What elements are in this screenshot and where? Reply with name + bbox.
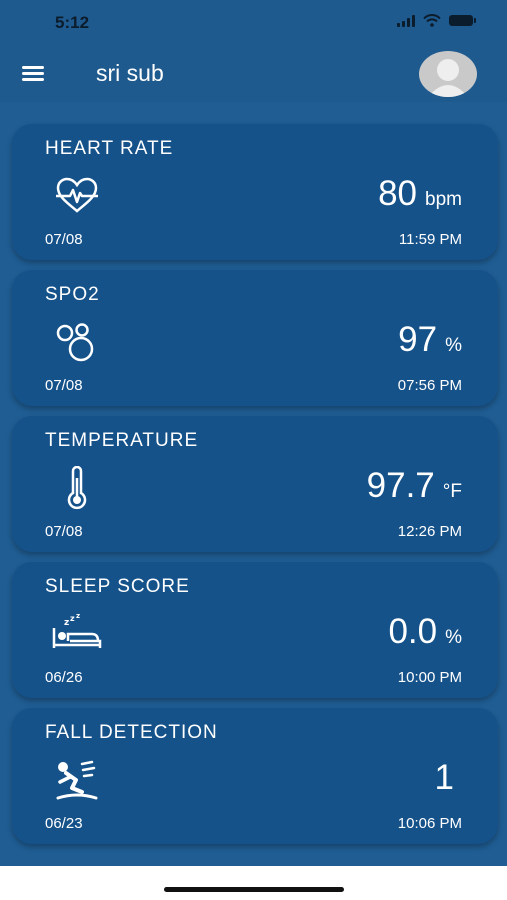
heart-rate-card[interactable]: HEART RATE 80 bpm 07/08 11:59 PM bbox=[12, 124, 498, 260]
status-time: 5:12 bbox=[55, 13, 90, 32]
card-date: 07/08 bbox=[45, 523, 83, 540]
card-time: 11:59 PM bbox=[398, 231, 462, 248]
app-bar: sri sub bbox=[0, 48, 507, 102]
card-title: SPO2 bbox=[45, 284, 100, 305]
value-text: 1 bbox=[434, 758, 454, 797]
value-text: 80 bbox=[378, 174, 418, 213]
card-title: TEMPERATURE bbox=[45, 430, 199, 451]
value-text: 97 bbox=[398, 320, 438, 359]
card-time: 12:26 PM bbox=[397, 523, 462, 540]
heart-pulse-icon bbox=[52, 174, 102, 220]
sleep-score-card[interactable]: SLEEP SCORE z z z 0.0 % 06/26 10:00 PM bbox=[12, 562, 498, 698]
card-value: 97 % bbox=[398, 320, 462, 360]
user-name-title: sri sub bbox=[96, 60, 164, 86]
vitals-list: HEART RATE 80 bpm 07/08 11:59 PM SPO2 97… bbox=[12, 124, 498, 854]
svg-text:z: z bbox=[64, 618, 69, 628]
card-value: 80 bpm bbox=[378, 174, 462, 214]
card-value: 97.7 °F bbox=[367, 466, 462, 506]
card-value: 0.0 % bbox=[388, 612, 462, 652]
fall-detection-card[interactable]: FALL DETECTION 1 06/23 10:06 PM bbox=[12, 708, 498, 844]
unit-text: bpm bbox=[425, 189, 462, 210]
card-title: FALL DETECTION bbox=[45, 722, 218, 743]
value-text: 97.7 bbox=[366, 466, 435, 505]
card-time: 07:56 PM bbox=[397, 377, 462, 394]
fall-person-icon bbox=[52, 758, 102, 804]
bottom-safe-area bbox=[0, 866, 507, 900]
user-silhouette-icon bbox=[428, 59, 468, 97]
card-time: 10:00 PM bbox=[397, 669, 462, 686]
blood-oxygen-icon bbox=[52, 320, 102, 366]
spo2-card[interactable]: SPO2 97 % 07/08 07:56 PM bbox=[12, 270, 498, 406]
status-icons bbox=[397, 14, 476, 27]
card-date: 07/08 bbox=[45, 231, 83, 248]
unit-text: % bbox=[445, 627, 462, 648]
battery-icon bbox=[449, 15, 476, 26]
status-bar: 5:12 bbox=[0, 0, 507, 48]
svg-text:z: z bbox=[76, 612, 80, 620]
card-date: 06/23 bbox=[45, 815, 83, 832]
home-indicator[interactable] bbox=[164, 887, 344, 892]
card-value: 1 bbox=[435, 758, 462, 798]
temperature-card[interactable]: TEMPERATURE 97.7 °F 07/08 12:26 PM bbox=[12, 416, 498, 552]
wifi-icon bbox=[423, 14, 441, 27]
value-text: 0.0 bbox=[388, 612, 438, 651]
card-time: 10:06 PM bbox=[397, 815, 462, 832]
unit-text: % bbox=[445, 335, 462, 356]
thermometer-icon bbox=[52, 465, 102, 512]
avatar[interactable] bbox=[419, 51, 477, 97]
unit-text: °F bbox=[442, 481, 462, 502]
card-date: 06/26 bbox=[45, 669, 83, 686]
card-date: 07/08 bbox=[45, 377, 83, 394]
menu-button[interactable] bbox=[22, 66, 46, 84]
signal-icon bbox=[397, 14, 415, 27]
card-title: SLEEP SCORE bbox=[45, 576, 190, 597]
card-title: HEART RATE bbox=[45, 138, 174, 159]
sleep-bed-icon: z z z bbox=[52, 612, 102, 658]
svg-text:z: z bbox=[70, 614, 75, 623]
